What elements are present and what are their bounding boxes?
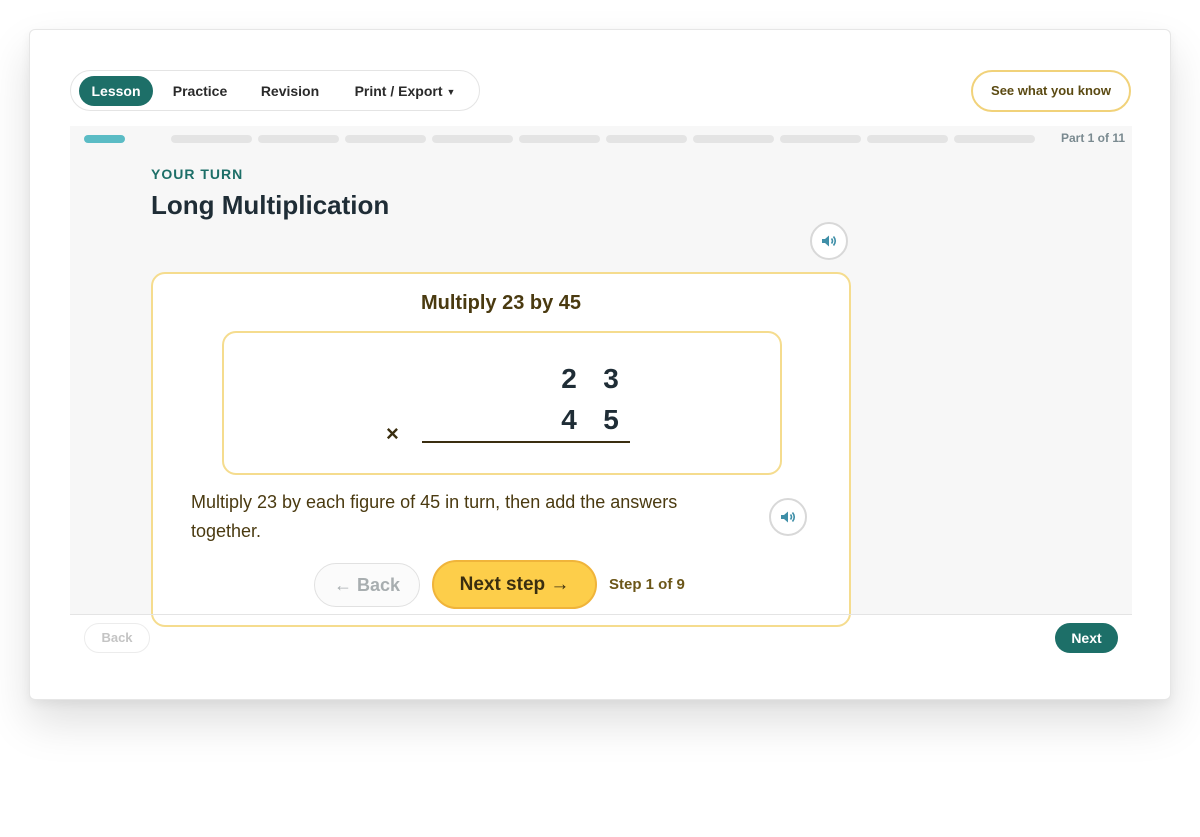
progress-segment — [519, 135, 600, 143]
footer-next-button[interactable]: Next — [1055, 623, 1118, 653]
footer-divider — [70, 614, 1132, 615]
lesson-tabs: Lesson Practice Revision Print / Export ▼ — [70, 70, 480, 111]
caret-down-icon: ▼ — [446, 87, 456, 97]
column-sum: 2 3 4 5 × — [222, 331, 782, 475]
see-what-you-know-button[interactable]: See what you know — [971, 70, 1131, 112]
progress-segment — [780, 135, 861, 143]
step-back-button[interactable]: ← Back — [314, 563, 420, 607]
sum-digit-bottom-tens: 4 — [561, 404, 577, 435]
sum-digit-top-units: 3 — [603, 363, 619, 394]
progress-segment — [867, 135, 948, 143]
progress-segment — [606, 135, 687, 143]
progress-segment — [258, 135, 339, 143]
progress-segment — [171, 135, 252, 143]
sum-digit-top-tens: 2 — [561, 363, 577, 394]
sum-underline — [422, 441, 630, 443]
progress-segment — [954, 135, 1035, 143]
part-label: Part 1 of 11 — [1060, 131, 1125, 145]
tab-revision[interactable]: Revision — [251, 76, 329, 106]
section-kicker: YOUR TURN — [151, 166, 244, 182]
progress-segment — [345, 135, 426, 143]
speaker-icon — [822, 235, 837, 247]
instruction-text: Multiply 23 by each figure of 45 in turn… — [191, 492, 678, 541]
title-audio-button[interactable] — [810, 222, 848, 260]
lesson-content: Part 1 of 11 YOUR TURN Long Multiplicati… — [70, 126, 1132, 627]
question-title: Multiply 23 by 45 — [420, 292, 582, 314]
speaker-icon — [781, 511, 796, 523]
instruction-audio-button[interactable] — [769, 498, 807, 536]
progress-segment — [693, 135, 774, 143]
progress-segment — [84, 135, 125, 143]
page-title: Long Multiplication — [151, 190, 390, 220]
step-counter: Step 1 of 9 — [609, 576, 685, 593]
tab-practice[interactable]: Practice — [165, 76, 235, 106]
tab-print-export[interactable]: Print / Export ▼ — [353, 76, 457, 106]
lesson-card: Lesson Practice Revision Print / Export ▼… — [29, 29, 1171, 700]
sum-digit-bottom-units: 5 — [603, 404, 619, 435]
next-step-button[interactable]: Next step → — [432, 560, 597, 609]
question-panel: Multiply 23 by 45 2 3 4 5 × Multiply 23 … — [151, 272, 851, 627]
multiply-operator: × — [386, 421, 399, 446]
tab-lesson[interactable]: Lesson — [79, 76, 153, 106]
footer-back-button[interactable]: Back — [84, 623, 150, 653]
tab-print-export-label: Print / Export — [354, 83, 443, 99]
progress-segment — [432, 135, 513, 143]
